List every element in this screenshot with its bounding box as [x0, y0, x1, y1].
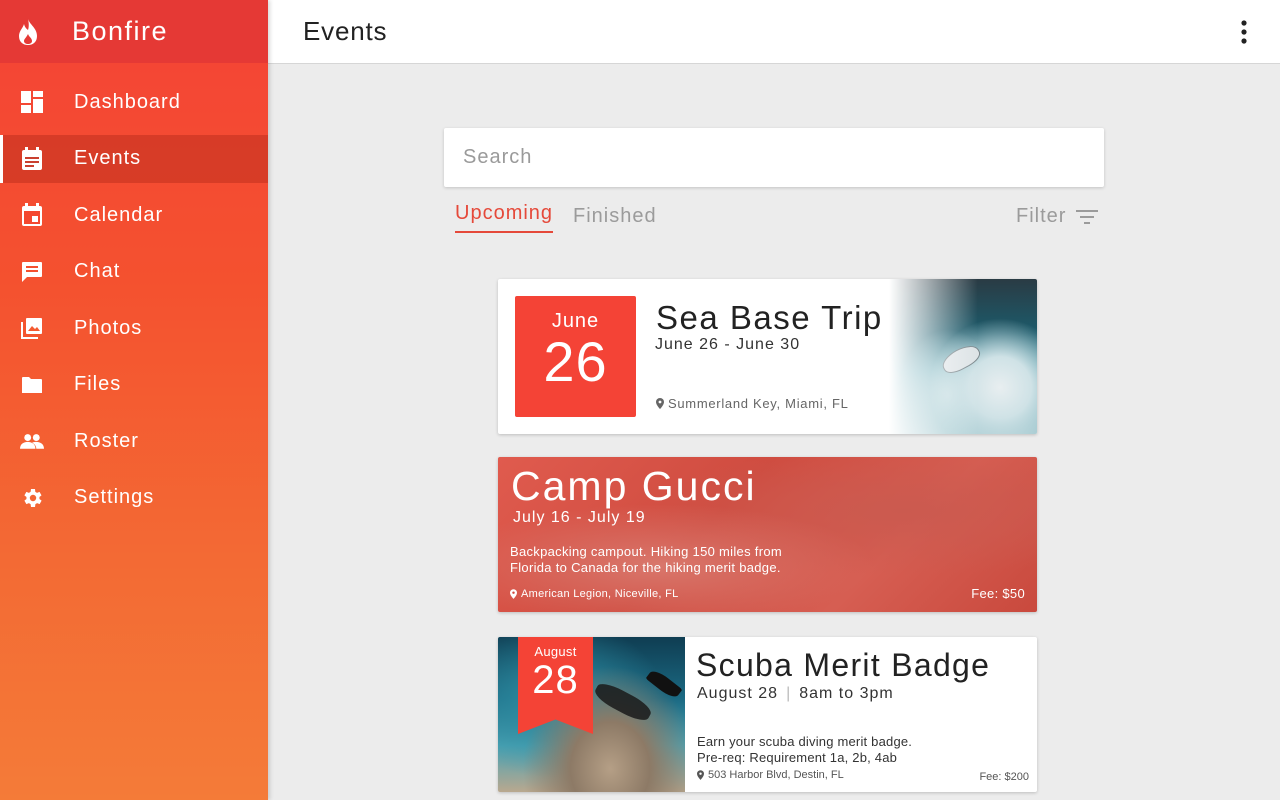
- event-title: Sea Base Trip: [656, 299, 883, 336]
- chat-icon: [20, 260, 44, 284]
- sidebar-item-settings[interactable]: Settings: [0, 474, 268, 522]
- event-description-line: Backpacking campout. Hiking 150 miles fr…: [510, 544, 782, 559]
- filter-button[interactable]: Filter: [1016, 205, 1100, 228]
- event-location-text: Summerland Key, Miami, FL: [668, 396, 849, 411]
- event-location: 503 Harbor Blvd, Destin, FL: [697, 769, 844, 781]
- event-date-badge: June 26: [515, 296, 636, 417]
- folder-icon: [20, 373, 44, 397]
- location-pin-icon: [510, 589, 517, 599]
- sidebar-item-label: Events: [74, 147, 142, 169]
- search-box: [444, 128, 1104, 187]
- event-card-scuba-merit-badge[interactable]: August 28 Scuba Merit Badge August 28 | 8a…: [498, 637, 1037, 792]
- event-location: Summerland Key, Miami, FL: [656, 396, 849, 411]
- top-app-bar: Events: [268, 0, 1280, 64]
- gear-icon: [20, 486, 44, 510]
- search-input[interactable]: [444, 128, 1104, 187]
- events-icon: [20, 146, 44, 171]
- people-icon: [20, 429, 44, 453]
- location-pin-icon: [697, 770, 704, 780]
- more-vert-icon[interactable]: [1226, 18, 1262, 46]
- sidebar-item-label: Files: [74, 373, 122, 395]
- event-fee: Fee: $50: [971, 586, 1025, 601]
- event-when: August 28 | 8am to 3pm: [697, 685, 894, 703]
- location-pin-icon: [656, 398, 664, 409]
- event-time: 8am to 3pm: [799, 685, 894, 702]
- event-description-line: Earn your scuba diving merit badge.: [697, 734, 913, 749]
- event-when-separator: |: [786, 685, 792, 702]
- event-day: 28: [532, 658, 579, 702]
- sidebar-item-photos[interactable]: Photos: [0, 304, 268, 352]
- tab-finished[interactable]: Finished: [573, 205, 657, 228]
- sidebar-item-roster[interactable]: Roster: [0, 417, 268, 465]
- fin-shape: [645, 667, 683, 701]
- event-title: Camp Gucci: [511, 463, 757, 509]
- event-location-text: 503 Harbor Blvd, Destin, FL: [708, 769, 844, 781]
- app-name: Bonfire: [72, 16, 169, 46]
- sidebar-item-label: Dashboard: [74, 90, 181, 113]
- event-location-text: American Legion, Niceville, FL: [521, 588, 679, 600]
- event-day: 26: [543, 330, 608, 393]
- sidebar-item-files[interactable]: Files: [0, 361, 268, 409]
- event-dates: June 26 - June 30: [655, 336, 801, 353]
- event-title: Scuba Merit Badge: [696, 647, 991, 683]
- event-card-sea-base-trip[interactable]: June 26 Sea Base Trip June 26 - June 30 …: [498, 279, 1037, 434]
- event-date: August 28: [697, 685, 779, 702]
- page-title: Events: [303, 16, 388, 46]
- filter-icon: [1076, 208, 1100, 226]
- sidebar-item-events[interactable]: Events: [0, 134, 268, 183]
- brand-header: Bonfire: [0, 0, 268, 63]
- flame-logo-icon: [16, 18, 40, 46]
- sidebar-item-label: Calendar: [74, 203, 164, 226]
- calendar-icon: [20, 203, 44, 227]
- sidebar-item-dashboard[interactable]: Dashboard: [0, 78, 268, 126]
- diver-shape: [591, 679, 655, 725]
- sidebar-item-chat[interactable]: Chat: [0, 248, 268, 296]
- sidebar-nav: Dashboard Events Calendar Chat Photos Fi…: [0, 78, 268, 522]
- filter-label: Filter: [1016, 205, 1067, 227]
- dashboard-icon: [20, 90, 44, 114]
- event-dates: July 16 - July 19: [513, 509, 646, 526]
- sidebar-item-label: Settings: [74, 486, 155, 508]
- event-description-line: Pre-req: Requirement 1a, 2b, 4ab: [697, 750, 898, 765]
- event-photo-boat: [889, 279, 1037, 434]
- sidebar: Bonfire Dashboard Events Calendar Chat P…: [0, 0, 268, 800]
- event-description: Backpacking campout. Hiking 150 miles fr…: [510, 544, 810, 576]
- event-location: American Legion, Niceville, FL: [510, 588, 679, 600]
- event-fee: Fee: $200: [979, 771, 1029, 783]
- event-month: August: [534, 644, 577, 659]
- sidebar-item-label: Roster: [74, 429, 139, 452]
- sidebar-item-calendar[interactable]: Calendar: [0, 191, 268, 239]
- event-description-line: Florida to Canada for the hiking merit b…: [510, 560, 781, 575]
- photo-fade: [889, 279, 1037, 434]
- tab-upcoming[interactable]: Upcoming: [455, 202, 554, 233]
- event-card-camp-gucci[interactable]: Camp Gucci July 16 - July 19 Backpacking…: [498, 457, 1037, 612]
- photos-icon: [20, 316, 44, 340]
- sidebar-item-label: Photos: [74, 316, 143, 339]
- event-description: Earn your scuba diving merit badge. Pre-…: [697, 734, 912, 766]
- sidebar-item-label: Chat: [74, 260, 121, 282]
